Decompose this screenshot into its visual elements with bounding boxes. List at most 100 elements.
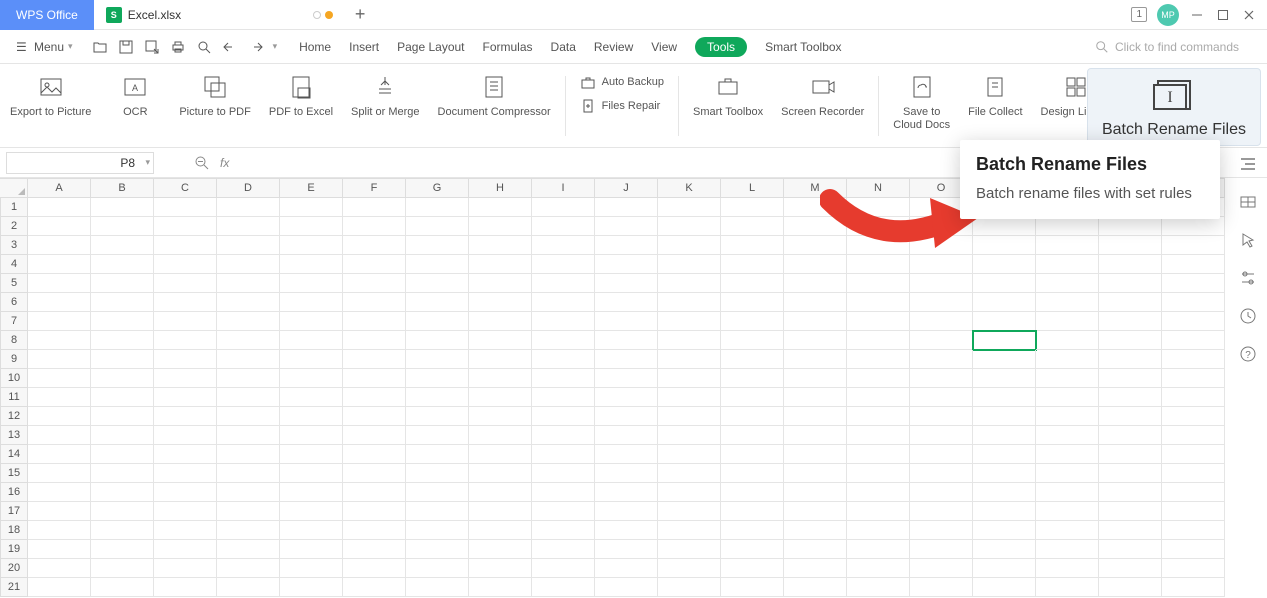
- cell[interactable]: [1036, 426, 1099, 445]
- cell[interactable]: [847, 502, 910, 521]
- cell[interactable]: [91, 578, 154, 597]
- cell[interactable]: [217, 407, 280, 426]
- cell[interactable]: [1162, 407, 1225, 426]
- cell[interactable]: [910, 369, 973, 388]
- cell[interactable]: [532, 483, 595, 502]
- cell[interactable]: [1162, 521, 1225, 540]
- cell[interactable]: [217, 388, 280, 407]
- cell[interactable]: [658, 407, 721, 426]
- cell[interactable]: [532, 350, 595, 369]
- cell[interactable]: [847, 312, 910, 331]
- cell[interactable]: [1099, 578, 1162, 597]
- cell[interactable]: [973, 388, 1036, 407]
- cell[interactable]: [847, 521, 910, 540]
- cell[interactable]: [1036, 350, 1099, 369]
- notification-badge[interactable]: 1: [1131, 7, 1147, 22]
- cell[interactable]: [280, 369, 343, 388]
- cell[interactable]: [595, 521, 658, 540]
- cell[interactable]: [91, 540, 154, 559]
- cell[interactable]: [1099, 312, 1162, 331]
- cell[interactable]: [1036, 255, 1099, 274]
- cell[interactable]: [1036, 445, 1099, 464]
- cell[interactable]: [469, 559, 532, 578]
- cell[interactable]: [217, 445, 280, 464]
- cell[interactable]: [595, 445, 658, 464]
- cell[interactable]: [784, 331, 847, 350]
- cell[interactable]: [406, 483, 469, 502]
- cell[interactable]: [343, 464, 406, 483]
- cell[interactable]: [1036, 407, 1099, 426]
- cell[interactable]: [406, 236, 469, 255]
- cell[interactable]: [1036, 293, 1099, 312]
- cell[interactable]: [154, 426, 217, 445]
- cell[interactable]: [973, 426, 1036, 445]
- redo-icon[interactable]: [247, 38, 265, 56]
- cell[interactable]: [910, 388, 973, 407]
- save-to-cloud-button[interactable]: Save to Cloud Docs: [887, 70, 956, 136]
- cell[interactable]: [28, 521, 91, 540]
- cell[interactable]: [532, 559, 595, 578]
- cell[interactable]: [532, 312, 595, 331]
- cell[interactable]: [469, 540, 532, 559]
- cell[interactable]: [217, 483, 280, 502]
- cell[interactable]: [532, 369, 595, 388]
- cell[interactable]: [217, 217, 280, 236]
- column-header[interactable]: D: [217, 178, 280, 198]
- cell[interactable]: [154, 464, 217, 483]
- cell[interactable]: [343, 426, 406, 445]
- cell[interactable]: [1162, 502, 1225, 521]
- cell[interactable]: [343, 407, 406, 426]
- cell[interactable]: [91, 464, 154, 483]
- cell[interactable]: [154, 483, 217, 502]
- cell[interactable]: [343, 312, 406, 331]
- cell[interactable]: [1162, 388, 1225, 407]
- cell[interactable]: [91, 426, 154, 445]
- cell[interactable]: [721, 274, 784, 293]
- cell[interactable]: [469, 388, 532, 407]
- row-header[interactable]: 5: [0, 274, 28, 293]
- new-tab-button[interactable]: +: [345, 0, 375, 30]
- cell[interactable]: [469, 445, 532, 464]
- cell[interactable]: [1099, 483, 1162, 502]
- cell[interactable]: [595, 559, 658, 578]
- cell[interactable]: [280, 236, 343, 255]
- row-header[interactable]: 14: [0, 445, 28, 464]
- cell[interactable]: [595, 293, 658, 312]
- cell[interactable]: [406, 274, 469, 293]
- cell[interactable]: [154, 331, 217, 350]
- cell[interactable]: [595, 255, 658, 274]
- cell[interactable]: [154, 521, 217, 540]
- cell[interactable]: [973, 255, 1036, 274]
- cell[interactable]: [784, 274, 847, 293]
- cell[interactable]: [217, 464, 280, 483]
- cell[interactable]: [658, 559, 721, 578]
- cell[interactable]: [910, 407, 973, 426]
- cell[interactable]: [217, 578, 280, 597]
- column-header[interactable]: B: [91, 178, 154, 198]
- cell[interactable]: [154, 559, 217, 578]
- cell[interactable]: [1036, 369, 1099, 388]
- cell[interactable]: [343, 445, 406, 464]
- cell[interactable]: [1099, 293, 1162, 312]
- rail-help-icon[interactable]: ?: [1238, 344, 1258, 364]
- tab-formulas[interactable]: Formulas: [483, 40, 533, 54]
- cell[interactable]: [1162, 464, 1225, 483]
- cell[interactable]: [721, 559, 784, 578]
- cell[interactable]: [658, 198, 721, 217]
- cell[interactable]: [1162, 331, 1225, 350]
- row-header[interactable]: 10: [0, 369, 28, 388]
- cell[interactable]: [154, 445, 217, 464]
- cell[interactable]: [1162, 350, 1225, 369]
- cell[interactable]: [280, 445, 343, 464]
- pdf-to-excel-button[interactable]: PDF to Excel: [263, 70, 339, 123]
- cell[interactable]: [973, 540, 1036, 559]
- smart-toolbox-button[interactable]: Smart Toolbox: [687, 70, 769, 123]
- print-icon[interactable]: [169, 38, 187, 56]
- cell[interactable]: [217, 236, 280, 255]
- cell[interactable]: [91, 559, 154, 578]
- row-header[interactable]: 8: [0, 331, 28, 350]
- cell[interactable]: [406, 464, 469, 483]
- cell[interactable]: [973, 236, 1036, 255]
- cell[interactable]: [217, 312, 280, 331]
- cell[interactable]: [280, 350, 343, 369]
